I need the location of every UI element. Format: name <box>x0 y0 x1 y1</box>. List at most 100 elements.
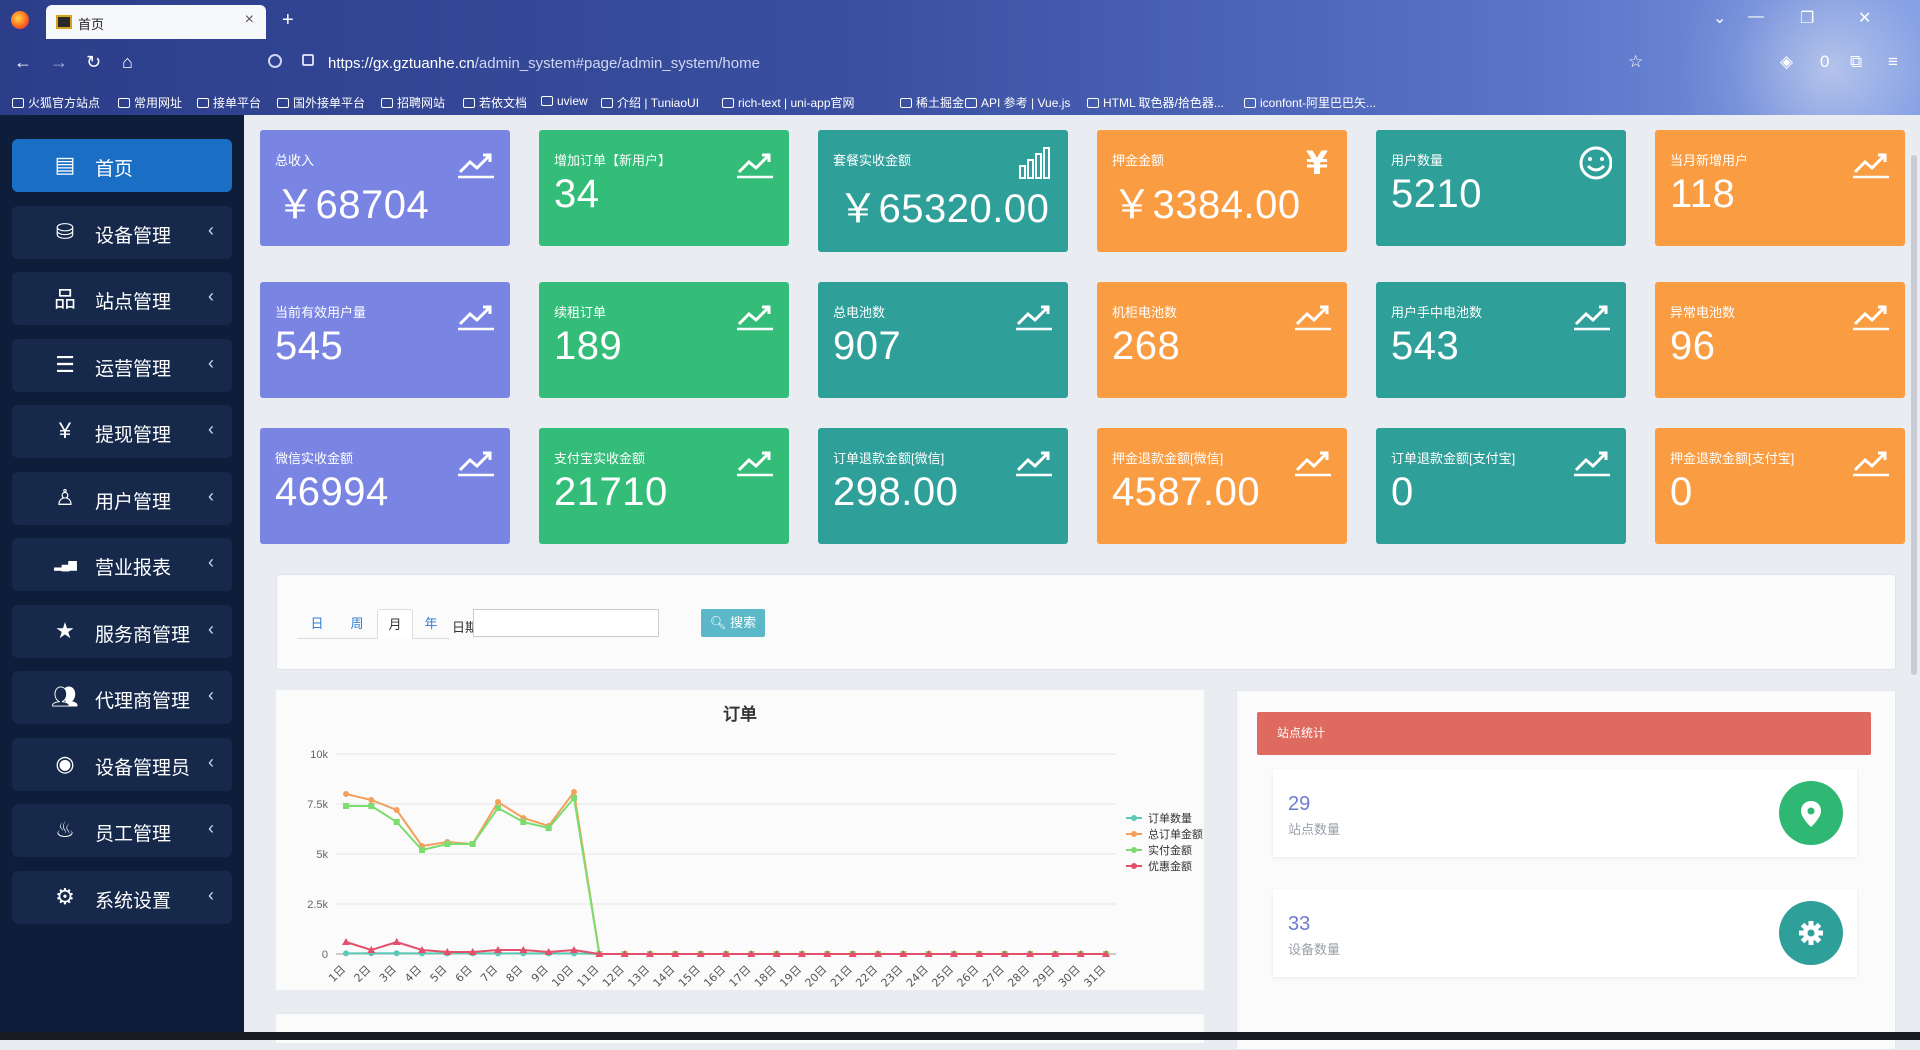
x-tick-label: 24日 <box>904 963 931 990</box>
data-point <box>419 847 425 853</box>
bookmark-folder-icon <box>601 98 613 108</box>
bookmark-item[interactable]: iconfont-阿里巴巴矢... <box>1244 94 1376 111</box>
bookmark-item[interactable]: 国外接单平台 <box>277 94 365 111</box>
gear-icon: ⚙ <box>55 883 75 909</box>
stat-card: 续租订单 189 <box>539 282 789 398</box>
address-field[interactable]: https://gx.gztuanhe.cn/admin_system#page… <box>268 49 1668 79</box>
bookmark-item[interactable]: 招聘网站 <box>381 94 445 111</box>
stat-card-title: 微信实收金额 <box>275 451 354 466</box>
bookmark-folder-icon <box>722 98 734 108</box>
stat-card-value: 118 <box>1670 172 1736 216</box>
close-tab-icon[interactable]: × <box>245 11 254 29</box>
bookmark-folder-icon <box>277 98 289 108</box>
stat-card-value: 4587.00 <box>1112 470 1261 514</box>
server-icon: ☰ <box>55 351 75 377</box>
stat-card: 支付宝实收金额 21710 <box>539 428 789 544</box>
x-tick-label: 9日 <box>529 963 551 985</box>
sidebar-item[interactable]: ⚙ 系统设置 ‹ <box>12 870 232 924</box>
x-tick-label: 25日 <box>929 963 956 990</box>
stat-card-title: 总收入 <box>275 153 315 168</box>
bookmark-item[interactable]: 火狐官方站点 <box>12 94 100 111</box>
data-point <box>495 805 501 811</box>
bookmark-item[interactable]: 介绍 | TuniaoUI <box>601 94 699 111</box>
sidebar-item[interactable]: ◉ 设备管理员 ‹ <box>12 737 232 791</box>
sidebar-item[interactable]: ⛁ 设备管理 ‹ <box>12 205 232 259</box>
sidebar-item-label: 运营管理 <box>95 358 172 380</box>
search-button[interactable]: 🔍︎ 搜索 <box>701 609 765 637</box>
smile-icon <box>1572 146 1613 180</box>
chevron-left-icon: ‹ <box>208 419 214 439</box>
lock-icon[interactable] <box>302 54 314 66</box>
bookmark-item[interactable]: HTML 取色器/拾色器... <box>1087 94 1224 111</box>
restore-button[interactable]: ❐ <box>1800 8 1814 28</box>
period-day-tab[interactable]: 日 <box>297 609 337 639</box>
pocket-icon[interactable]: ◈ <box>1780 52 1793 72</box>
stat-card-value: 96 <box>1670 324 1716 368</box>
bookmark-item[interactable]: 常用网址 <box>118 94 182 111</box>
minimize-button[interactable]: — <box>1748 8 1764 26</box>
period-month-tab[interactable]: 月 <box>377 609 413 639</box>
bookmark-label: 常用网址 <box>134 96 183 110</box>
period-week-tab[interactable]: 周 <box>337 609 377 639</box>
trend-icon <box>1851 298 1891 332</box>
sidebar-item[interactable]: ★ 服务商管理 ‹ <box>12 604 232 658</box>
stat-card-value: 268 <box>1112 324 1181 368</box>
site-count-value: 29 <box>1288 793 1311 815</box>
extensions-icon[interactable]: ⧉ <box>1850 52 1862 72</box>
bookmark-item[interactable]: rich-text | uni-app官网 <box>722 94 855 111</box>
sidebar-item[interactable]: ▤ 首页 <box>12 139 232 192</box>
x-tick-label: 16日 <box>701 963 728 990</box>
main-content: 总收入 ￥68704 增加订单【新用户】 34 套餐实收金额 ￥65320.00 押金金额 ￥… <box>244 115 1920 1050</box>
tab-list-chevron-icon[interactable]: ⌄ <box>1713 8 1726 28</box>
y-tick-label: 7.5k <box>307 799 328 811</box>
firefox-icon[interactable] <box>11 11 29 29</box>
home-button[interactable]: ⌂ <box>122 52 133 73</box>
x-tick-label: 22日 <box>853 963 880 990</box>
menu-icon[interactable]: ≡ <box>1888 52 1898 72</box>
page-scrollbar[interactable] <box>1911 155 1917 675</box>
bookmark-item[interactable]: 稀土掘金 <box>900 94 964 111</box>
stat-card: 增加订单【新用户】 34 <box>539 130 789 246</box>
bookmark-folder-icon <box>1244 98 1256 108</box>
bookmark-star-icon[interactable]: ☆ <box>1628 52 1643 72</box>
date-input[interactable] <box>473 609 659 637</box>
device-count-card: 33 设备数量 <box>1273 889 1857 977</box>
stat-card-title: 订单退款金额[支付宝] <box>1391 451 1516 466</box>
sidebar-item[interactable]: ¥ 提现管理 ‹ <box>12 405 232 458</box>
data-point <box>343 803 349 809</box>
bookmark-item[interactable]: API 参考 | Vue.js <box>965 94 1070 111</box>
trend-icon <box>1851 444 1891 478</box>
shield-icon[interactable] <box>268 54 282 68</box>
close-window-button[interactable]: ✕ <box>1858 8 1871 28</box>
sidebar-item[interactable]: 👥︎ 代理商管理 ‹ <box>12 671 232 724</box>
forward-button[interactable]: → <box>50 52 68 73</box>
stat-card-value: 0 <box>1391 470 1414 514</box>
extension-badge[interactable]: 0 <box>1820 52 1829 72</box>
new-tab-button[interactable]: + <box>282 9 294 32</box>
chevron-left-icon: ‹ <box>208 485 214 506</box>
reload-button[interactable]: ↻ <box>86 52 101 73</box>
trend-icon <box>1293 298 1333 332</box>
sidebar-item[interactable]: ♨ 员工管理 ‹ <box>12 804 232 857</box>
stat-card: 订单退款金额[支付宝] 0 <box>1376 428 1626 544</box>
sidebar-item-label: 设备管理 <box>95 225 172 247</box>
period-year-tab[interactable]: 年 <box>413 609 449 639</box>
bookmark-item[interactable]: 接单平台 <box>197 94 261 111</box>
stat-card-value: 907 <box>833 324 902 368</box>
sidebar-item[interactable]: ☰ 运营管理 ‹ <box>12 338 232 392</box>
trend-icon <box>1851 146 1891 180</box>
sidebar-item[interactable]: 品站点管理 ‹ <box>12 272 232 325</box>
x-tick-label: 5日 <box>428 963 450 985</box>
orders-line-chart: 订单 0 2.5k 5k 7.5k 10k 1日 2日 3日 4日 5日 6日 7日 8日 9日10日11日… <box>307 704 1203 990</box>
data-point <box>392 938 401 945</box>
legend-label: 实付金额 <box>1148 843 1192 857</box>
browser-tab[interactable]: 首页 × <box>46 5 266 39</box>
sidebar-item[interactable]: ♙ 用户管理 ‹ <box>12 471 232 525</box>
trend-icon <box>1014 444 1054 478</box>
search-label: 搜索 <box>730 615 757 630</box>
bookmark-item[interactable]: 若依文档 <box>463 94 527 111</box>
bookmark-item[interactable]: uview <box>541 94 588 108</box>
bookmarks-bar: 火狐官方站点 常用网址 接单平台 国外接单平台 招聘网站 若依文档 uview 介绍 | Tu… <box>0 86 1920 115</box>
back-button[interactable]: ← <box>14 52 32 73</box>
sidebar-item[interactable]: ▂▄▆ 营业报表 ‹ <box>12 538 232 591</box>
